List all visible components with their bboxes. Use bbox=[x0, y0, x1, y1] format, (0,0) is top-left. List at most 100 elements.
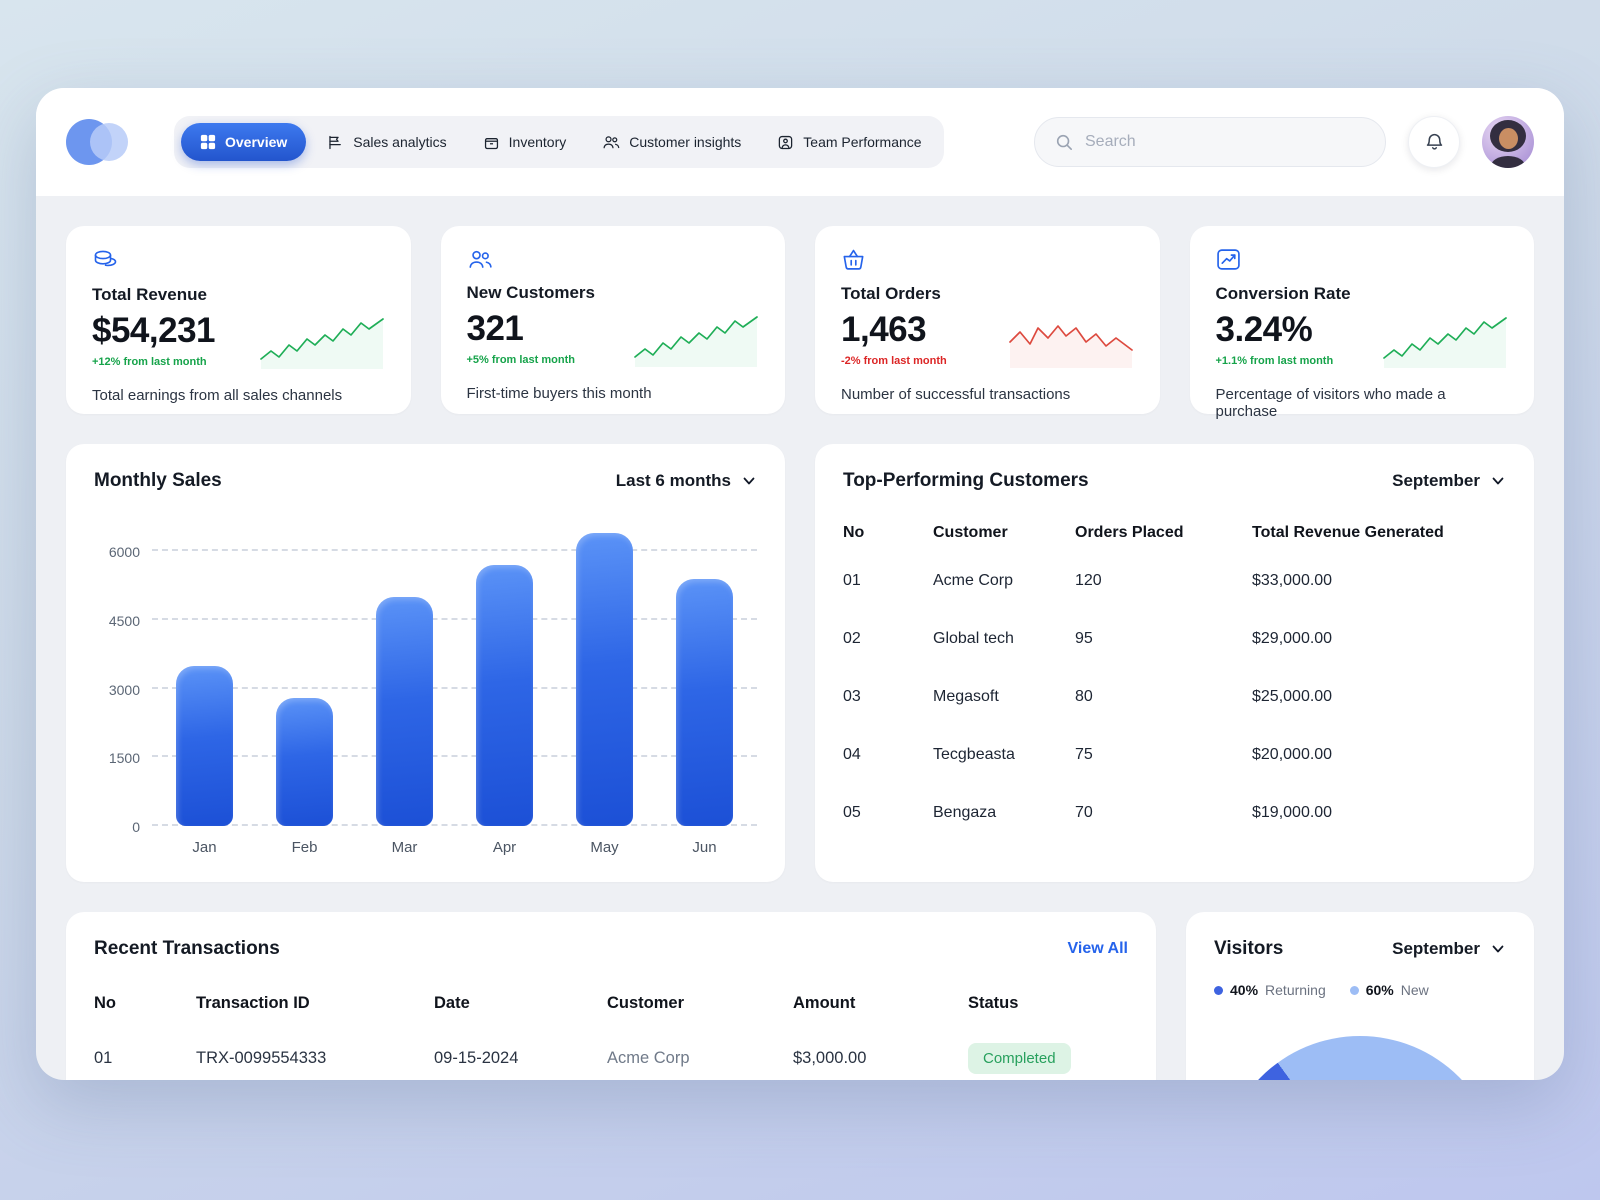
stat-title: Total Revenue bbox=[92, 285, 207, 304]
customer-row: 04 Tecgbeasta 75 $20,000.00 bbox=[843, 726, 1506, 784]
stat-change: +5% from last month bbox=[466, 354, 576, 366]
column-header: No bbox=[843, 524, 865, 541]
notifications-button[interactable] bbox=[1408, 116, 1460, 168]
bar-jan[interactable] bbox=[176, 665, 233, 826]
bar-may[interactable] bbox=[576, 532, 633, 826]
legend-item-returning: 40% Returning bbox=[1214, 982, 1326, 998]
sales-range-selector[interactable]: Last 6 months bbox=[616, 471, 757, 491]
cell: 120 bbox=[1075, 572, 1102, 589]
visitors-period-selector[interactable]: September bbox=[1392, 939, 1506, 959]
cell: 05 bbox=[843, 804, 861, 821]
y-axis-tick: 1500 bbox=[108, 750, 140, 767]
trend-sparkline-up-icon bbox=[259, 313, 385, 371]
users-icon bbox=[467, 248, 493, 270]
bar-column-feb: Feb bbox=[276, 526, 333, 856]
tab-label: Inventory bbox=[508, 134, 567, 150]
y-axis-tick: 0 bbox=[132, 819, 140, 835]
bar-feb[interactable] bbox=[276, 697, 333, 826]
bar-jun[interactable] bbox=[676, 578, 733, 826]
logo-circle-light bbox=[90, 123, 128, 161]
stat-title: Total Orders bbox=[841, 284, 941, 303]
cell: $25,000.00 bbox=[1252, 688, 1333, 705]
chart-icon bbox=[1216, 248, 1241, 271]
tab-customer-insights[interactable]: Customer insights bbox=[587, 124, 756, 160]
tab-overview[interactable]: Overview bbox=[181, 123, 307, 161]
search-input[interactable] bbox=[1085, 133, 1365, 151]
cell: 03 bbox=[843, 688, 861, 705]
cell: Tecgbeasta bbox=[933, 746, 1015, 763]
chart-plot-area: Jan Feb Mar Apr May Jun bbox=[152, 526, 757, 856]
cell: 01 bbox=[843, 572, 861, 589]
stat-description: Total earnings from all sales channels bbox=[92, 387, 343, 404]
sales-range-label: Last 6 months bbox=[615, 471, 731, 490]
cell: Bengaza bbox=[933, 804, 997, 821]
stat-value: 3.24% bbox=[1215, 310, 1313, 349]
tab-sales-analytics[interactable]: Sales analytics bbox=[312, 124, 461, 161]
tab-label: Sales analytics bbox=[353, 134, 447, 150]
stat-value: 1,463 bbox=[841, 310, 927, 349]
chevron-down-icon bbox=[741, 473, 757, 489]
customer-row: 02 Global tech 95 $29,000.00 bbox=[843, 610, 1506, 668]
grid-icon bbox=[200, 134, 216, 150]
column-header: Total Revenue Generated bbox=[1252, 524, 1444, 541]
coins-icon bbox=[92, 248, 119, 272]
transactions-table: No Transaction ID Date Customer Amount Status… bbox=[94, 994, 1128, 1080]
tab-label: Overview bbox=[225, 134, 288, 150]
stat-change: -2% from last month bbox=[841, 355, 947, 367]
stats-row: Total Revenue $54,231 +12% from last mon… bbox=[66, 226, 1534, 420]
monthly-sales-bar-chart: 0 1500 3000 4500 6000 Jan Feb Mar Apr May Ju… bbox=[94, 526, 757, 856]
tab-label: Customer insights bbox=[629, 134, 742, 150]
y-axis-tick: 3000 bbox=[108, 681, 140, 698]
bar-column-jun: Jun bbox=[676, 526, 733, 856]
chart-bars: Jan Feb Mar Apr May Jun bbox=[152, 526, 757, 856]
customers-table-header: No Customer Orders Placed Total Revenue Gen… bbox=[843, 518, 1506, 552]
stat-change: +12% from last month bbox=[92, 356, 207, 368]
cell: 80 bbox=[1075, 688, 1093, 705]
cell: 70 bbox=[1075, 804, 1093, 821]
stat-change: +1.1% from last month bbox=[1215, 355, 1334, 367]
column-header: Orders Placed bbox=[1075, 524, 1184, 541]
cell: Acme Corp bbox=[933, 572, 1014, 589]
bar-mar[interactable] bbox=[376, 596, 433, 826]
y-axis: 0 1500 3000 4500 6000 bbox=[94, 526, 140, 835]
view-all-link[interactable]: View All bbox=[1068, 940, 1128, 958]
trend-sparkline-up-icon bbox=[1382, 312, 1508, 370]
chevron-down-icon bbox=[1490, 473, 1506, 489]
legend-item-new: 60% New bbox=[1349, 982, 1429, 998]
column-header: No bbox=[94, 994, 116, 1012]
middle-row: Monthly Sales Last 6 months 0 1500 3000 450… bbox=[66, 444, 1534, 882]
cell: 02 bbox=[843, 630, 861, 647]
legend-label: New bbox=[1400, 982, 1429, 998]
dashboard-panel: Overview Sales analytics Inventory Custo… bbox=[36, 88, 1564, 1080]
bar-column-mar: Mar bbox=[376, 526, 433, 856]
tx-id: TRX-0099554333 bbox=[196, 1049, 327, 1067]
customers-icon bbox=[602, 134, 620, 150]
stat-description: Percentage of visitors who made a purcha… bbox=[1215, 386, 1446, 420]
basket-icon bbox=[841, 248, 866, 271]
tab-inventory[interactable]: Inventory bbox=[468, 124, 582, 161]
tab-team-performance[interactable]: Team Performance bbox=[762, 124, 936, 161]
stat-card-total-orders: Total Orders 1,463 -2% from last month N… bbox=[815, 226, 1160, 414]
search-bar[interactable] bbox=[1034, 117, 1386, 167]
cell: $33,000.00 bbox=[1252, 572, 1333, 589]
top-customers-table: No Customer Orders Placed Total Revenue Gen… bbox=[843, 518, 1506, 842]
tx-no: 01 bbox=[94, 1049, 113, 1067]
stat-title: Conversion Rate bbox=[1215, 284, 1351, 303]
stat-title: New Customers bbox=[466, 283, 595, 302]
visitors-period: September bbox=[1392, 939, 1480, 958]
legend-dot bbox=[1349, 985, 1359, 995]
stat-card-new-customers: New Customers 321 +5% from last month Fi… bbox=[440, 226, 785, 414]
bar-apr[interactable] bbox=[476, 564, 533, 826]
y-axis-tick: 6000 bbox=[108, 544, 140, 560]
top-customers-period-selector[interactable]: September bbox=[1392, 471, 1506, 491]
x-axis-label: Apr bbox=[492, 839, 517, 856]
user-avatar[interactable] bbox=[1482, 116, 1534, 168]
column-header: Amount bbox=[793, 994, 856, 1012]
stat-description: Number of successful transactions bbox=[841, 386, 1071, 403]
monthly-sales-title: Monthly Sales bbox=[94, 470, 222, 491]
top-customers-period: September bbox=[1392, 471, 1480, 490]
x-axis-label: Mar bbox=[391, 839, 418, 856]
cell: Global tech bbox=[933, 630, 1014, 647]
cell: Megasoft bbox=[933, 688, 999, 705]
x-axis-label: Jan bbox=[192, 839, 217, 856]
